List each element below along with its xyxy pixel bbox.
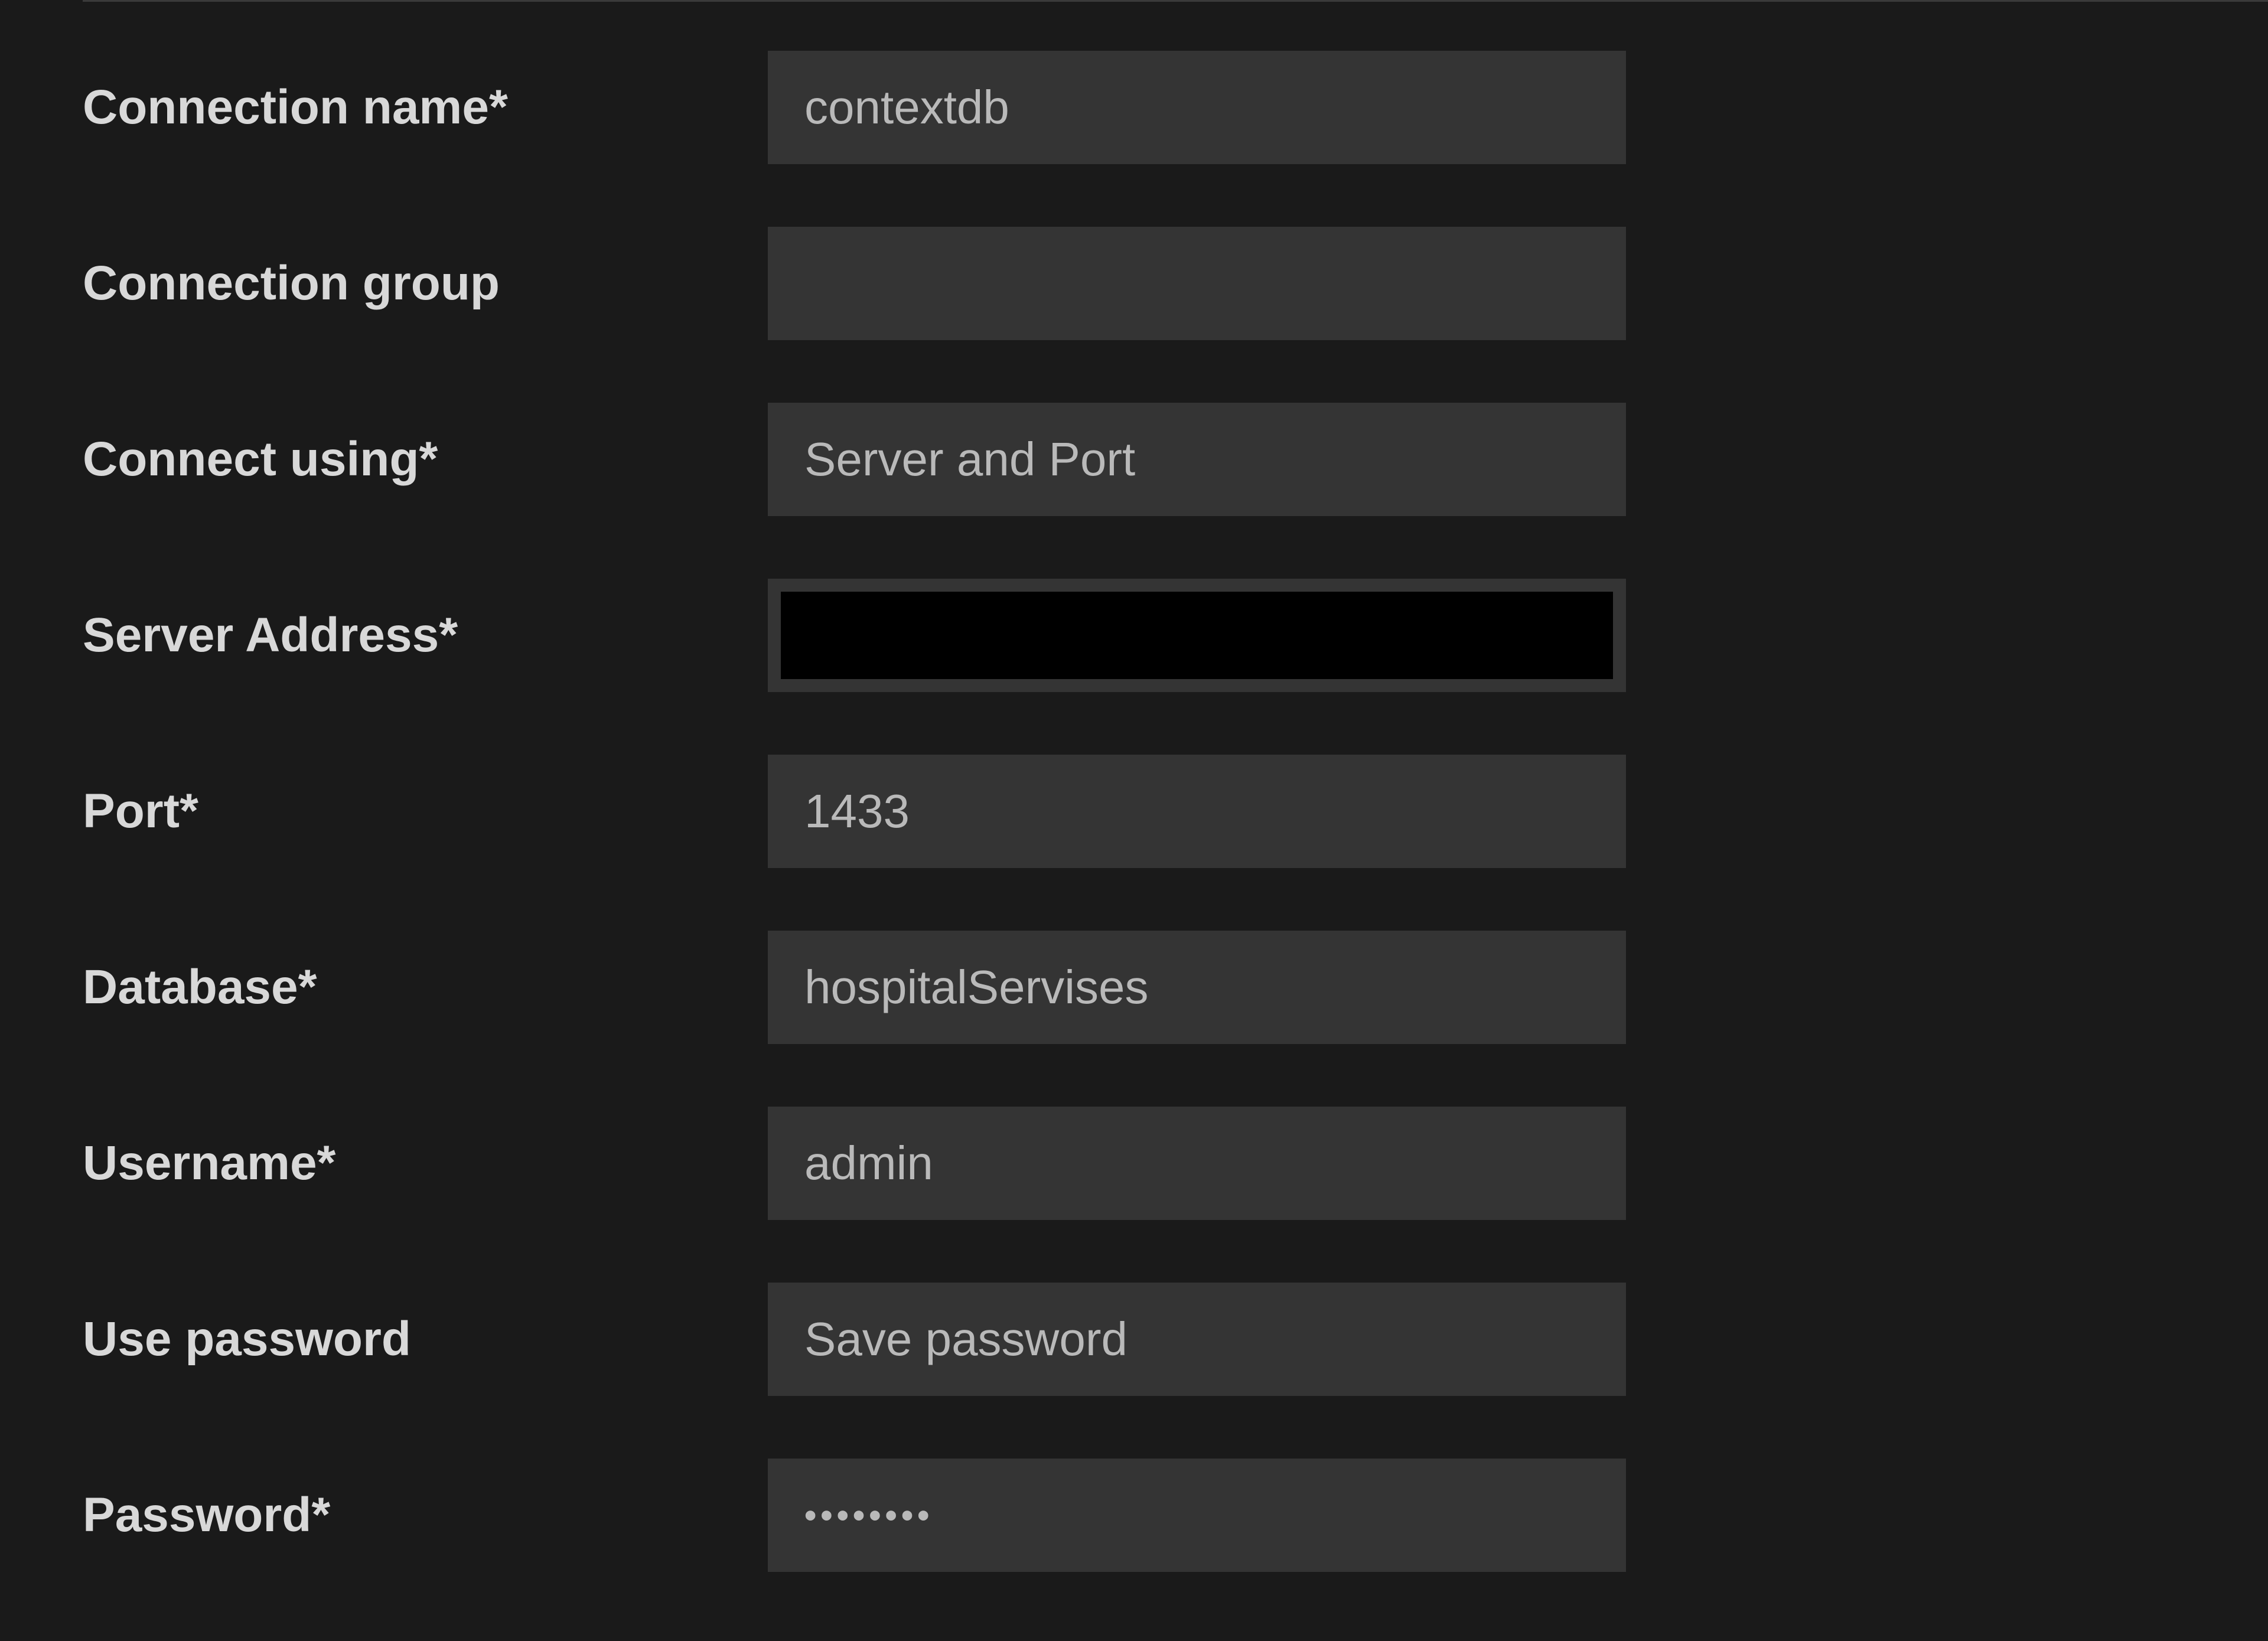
database-label: Database* [83, 960, 768, 1015]
connection-form: Connection name* Connection group Connec… [0, 51, 2268, 1572]
port-label: Port* [83, 784, 768, 839]
password-label: Password* [83, 1487, 768, 1543]
username-row: Username* [83, 1107, 2185, 1220]
server-address-row: Server Address* [83, 579, 2185, 692]
port-row: Port* [83, 755, 2185, 868]
connection-name-row: Connection name* [83, 51, 2185, 164]
password-row: Password* •••••••• [83, 1459, 2185, 1572]
connect-using-label: Connect using* [83, 432, 768, 487]
connect-using-value: Server and Port [804, 432, 1135, 487]
connection-group-label: Connection group [83, 256, 768, 311]
server-address-input-wrapper [768, 579, 1626, 692]
username-input[interactable] [768, 1107, 1626, 1220]
server-address-label: Server Address* [83, 608, 768, 663]
database-row: Database* [83, 931, 2185, 1044]
connection-name-input[interactable] [768, 51, 1626, 164]
password-input[interactable]: •••••••• [768, 1459, 1626, 1572]
database-input[interactable] [768, 931, 1626, 1044]
username-label: Username* [83, 1136, 768, 1191]
connect-using-row: Connect using* Server and Port [83, 403, 2185, 516]
server-address-input[interactable] [781, 592, 1613, 679]
connect-using-select[interactable]: Server and Port [768, 403, 1626, 516]
connection-name-label: Connection name* [83, 80, 768, 135]
use-password-label: Use password [83, 1312, 768, 1367]
password-value: •••••••• [804, 1496, 933, 1535]
port-input[interactable] [768, 755, 1626, 868]
use-password-value: Save password [804, 1312, 1128, 1366]
connection-group-input[interactable] [768, 227, 1626, 340]
connection-group-row: Connection group [83, 227, 2185, 340]
use-password-select[interactable]: Save password [768, 1283, 1626, 1396]
use-password-row: Use password Save password [83, 1283, 2185, 1396]
section-divider [83, 0, 2268, 2]
